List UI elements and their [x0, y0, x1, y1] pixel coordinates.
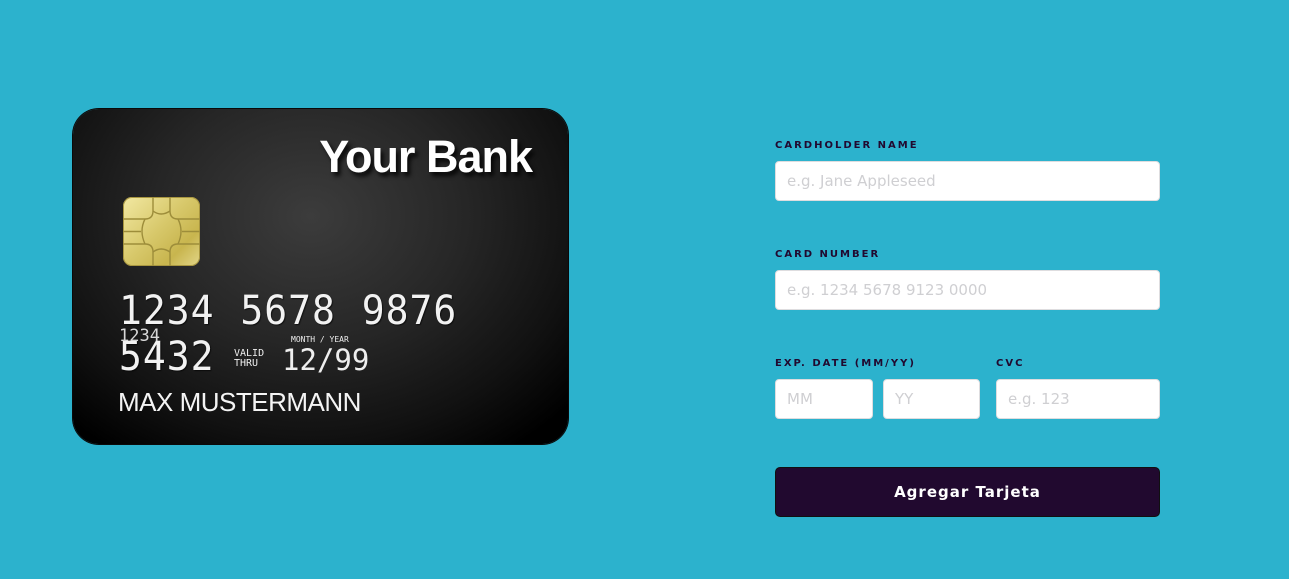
cardholder-name-label: CARDHOLDER NAME — [775, 140, 919, 151]
chip-icon — [123, 197, 200, 266]
card-number-input[interactable] — [775, 270, 1160, 310]
expiry-display: 12/99 — [282, 343, 370, 377]
exp-year-input[interactable] — [883, 379, 980, 419]
card-number-label: CARD NUMBER — [775, 249, 881, 260]
valid-thru-label: VALID THRU — [234, 348, 265, 369]
add-card-button[interactable]: Agregar Tarjeta — [775, 467, 1160, 517]
card-number-small: 1234 — [119, 326, 160, 346]
cvc-input[interactable] — [996, 379, 1160, 419]
cvc-label: CVC — [996, 358, 1025, 369]
exp-month-input[interactable] — [775, 379, 873, 419]
cardholder-name-input[interactable] — [775, 161, 1160, 201]
cardholder-name-display: MAX MUSTERMANN — [118, 387, 361, 417]
exp-date-label: EXP. DATE (MM/YY) — [775, 358, 916, 369]
credit-card-preview: Your Bank 1234 5678 9876 5432 1234 VALID… — [73, 109, 568, 444]
bank-name: Your Bank — [319, 131, 533, 182]
